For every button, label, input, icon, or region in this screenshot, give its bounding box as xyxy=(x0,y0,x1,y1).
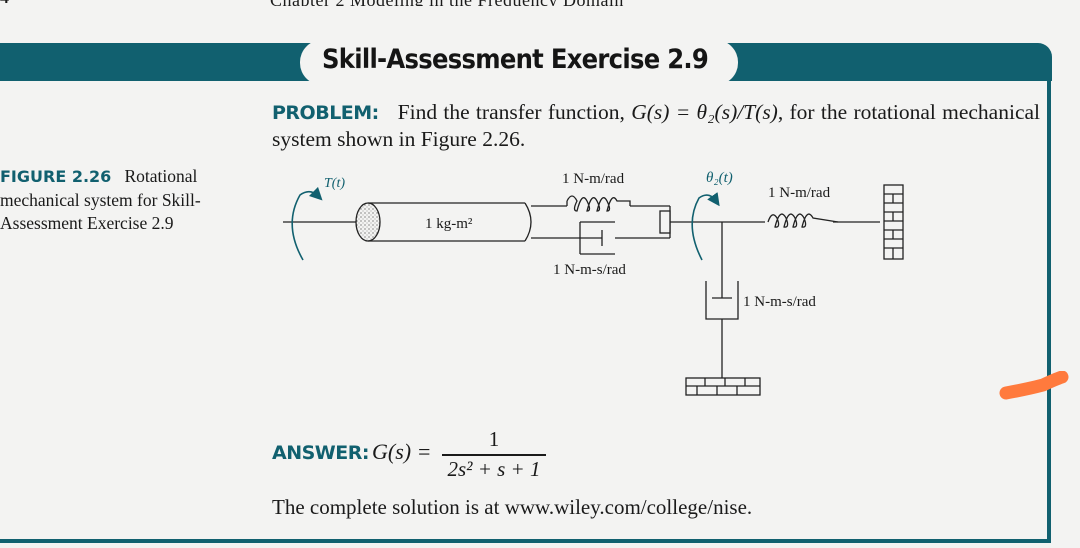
inertia-label: 1 kg-m² xyxy=(425,216,473,232)
theta2-arrow-icon xyxy=(691,192,720,261)
spring-2 xyxy=(765,205,839,230)
spring1-label: 1 N-m/rad xyxy=(562,171,625,187)
torque-arrow-icon xyxy=(291,186,323,261)
answer-numerator: 1 xyxy=(488,427,500,451)
fraction-bar xyxy=(442,454,546,456)
answer-lhs: G(s) = xyxy=(372,439,432,464)
answer-denominator: 2s² + s + 1 xyxy=(447,456,541,481)
torque-label: T(t) xyxy=(324,176,345,191)
bottom-wall xyxy=(685,377,761,396)
answer-fraction: 1 2s² + s + 1 xyxy=(442,427,546,480)
answer-label: ANSWER: xyxy=(272,442,369,464)
pen-annotation-mark xyxy=(999,371,1069,400)
spring2-label: 1 N-m/rad xyxy=(768,185,831,201)
damper-2 xyxy=(705,222,739,378)
damper2-label: 1 N-m-s/rad xyxy=(743,294,816,310)
right-wall xyxy=(883,184,904,260)
solution-link-text: The complete solution is at www.wiley.co… xyxy=(272,495,753,519)
theta2-label: θ₂(t) xyxy=(706,170,733,186)
damper1-label: 1 N-m-s/rad xyxy=(553,262,626,278)
spring-damper-1 xyxy=(531,195,671,255)
